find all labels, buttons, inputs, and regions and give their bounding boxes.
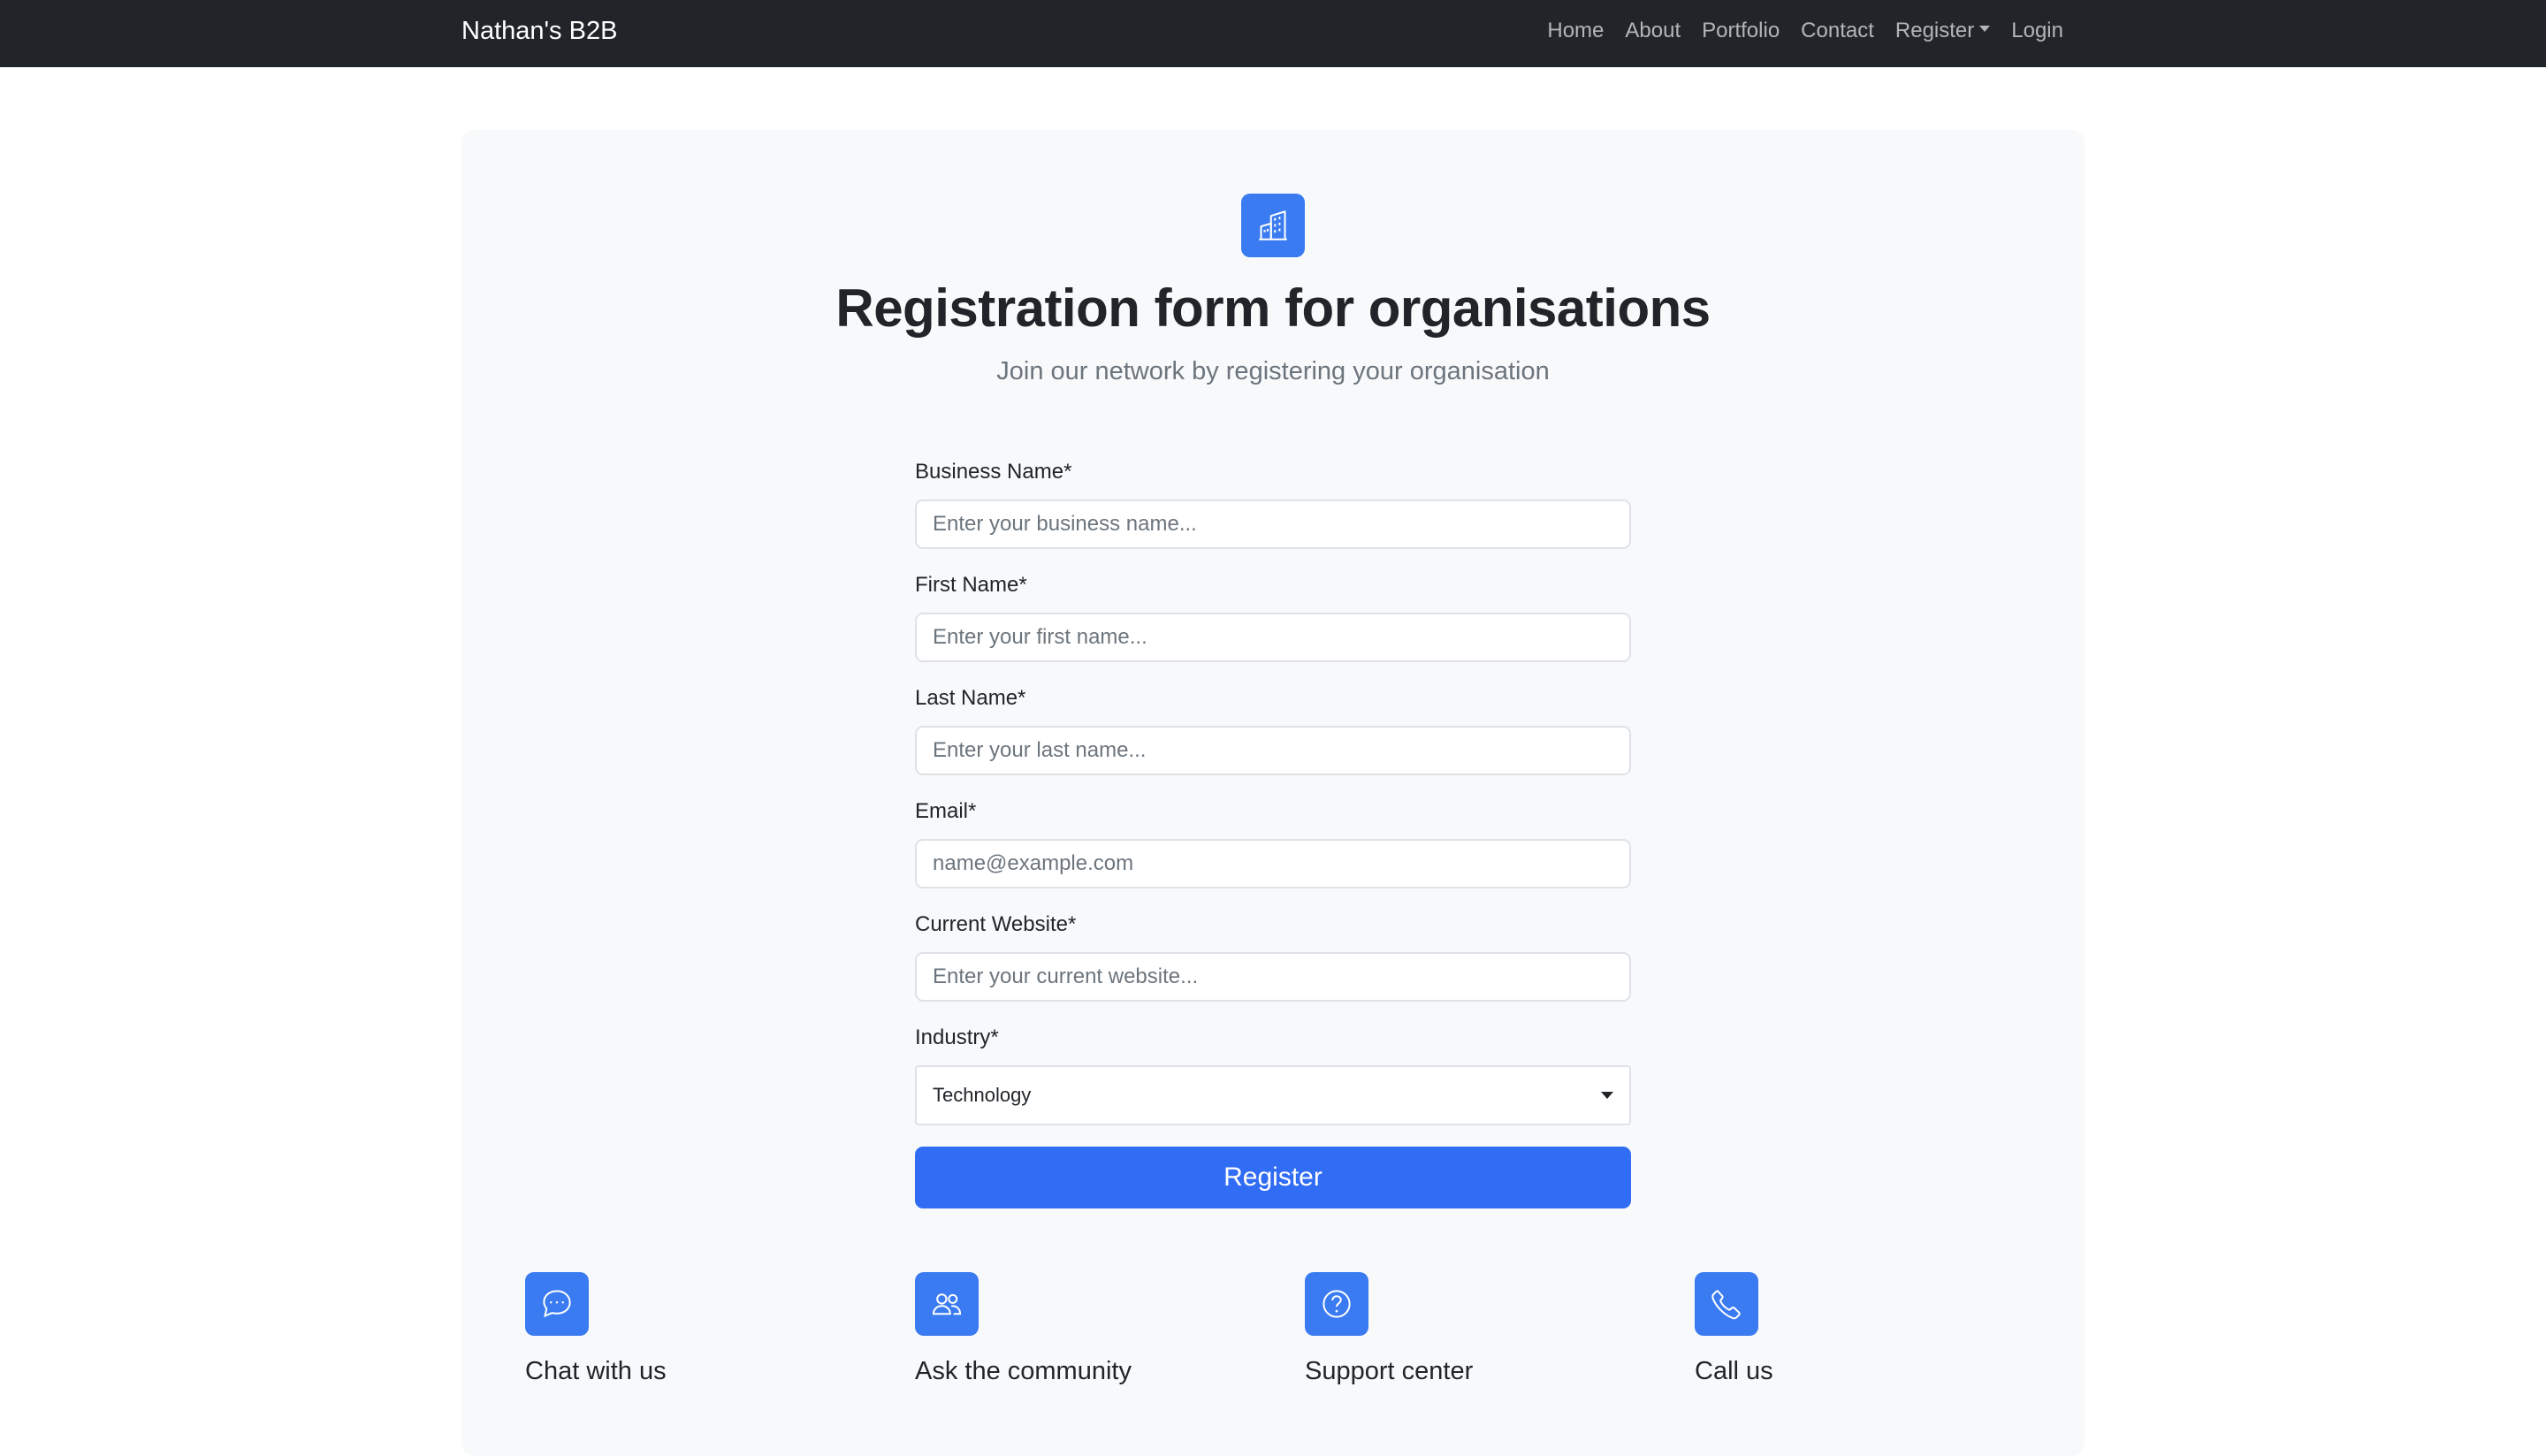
register-button[interactable]: Register	[915, 1147, 1631, 1208]
feature-community: Ask the community	[915, 1272, 1216, 1386]
building-icon	[1241, 194, 1305, 257]
industry-label: Industry*	[915, 1025, 999, 1049]
top-navbar: Nathan's B2B Home About Portfolio Contac…	[0, 0, 2546, 67]
phone-icon[interactable]	[1695, 1272, 1758, 1336]
brand-link[interactable]: Nathan's B2B	[461, 0, 617, 62]
page-title: Registration form for organisations	[835, 278, 1711, 338]
feature-support: Support center	[1305, 1272, 1605, 1386]
caret-down-icon	[1601, 1092, 1613, 1099]
nav-dropdown-register[interactable]: Register	[1885, 19, 2001, 43]
first-name-input[interactable]	[915, 613, 1631, 662]
nav-dropdown-register-label: Register	[1894, 19, 1975, 42]
email-input[interactable]	[915, 839, 1631, 888]
people-icon[interactable]	[915, 1272, 979, 1336]
feature-title: Support center	[1305, 1357, 1474, 1385]
nav-link-contact[interactable]: Contact	[1790, 19, 1885, 43]
email-label: Email*	[915, 799, 977, 823]
business-name-label: Business Name*	[915, 460, 1072, 484]
nav-link-portfolio[interactable]: Portfolio	[1691, 19, 1790, 43]
industry-selected-value: Technology	[933, 1084, 1032, 1106]
industry-select[interactable]: Technology	[915, 1065, 1631, 1125]
business-name-input[interactable]	[915, 499, 1631, 549]
nav-links: Home About Portfolio Contact Register Lo…	[1536, 0, 2074, 62]
caret-down-icon	[1979, 26, 1991, 33]
last-name-input[interactable]	[915, 726, 1631, 775]
current-website-input[interactable]	[915, 952, 1631, 1002]
feature-title: Ask the community	[915, 1357, 1132, 1385]
nav-link-about[interactable]: About	[1614, 19, 1691, 43]
feature-title: Chat with us	[525, 1357, 667, 1385]
feature-call: Call us	[1695, 1272, 1995, 1386]
nav-link-home[interactable]: Home	[1536, 19, 1614, 43]
question-icon[interactable]	[1305, 1272, 1368, 1336]
feature-title: Call us	[1695, 1357, 1773, 1385]
nav-link-login[interactable]: Login	[2001, 19, 2074, 43]
first-name-label: First Name*	[915, 573, 1027, 597]
current-website-label: Current Website*	[915, 912, 1077, 936]
last-name-label: Last Name*	[915, 686, 1026, 710]
chat-icon[interactable]	[525, 1272, 589, 1336]
feature-chat: Chat with us	[525, 1272, 826, 1386]
page-subtitle: Join our network by registering your org…	[996, 357, 1550, 385]
